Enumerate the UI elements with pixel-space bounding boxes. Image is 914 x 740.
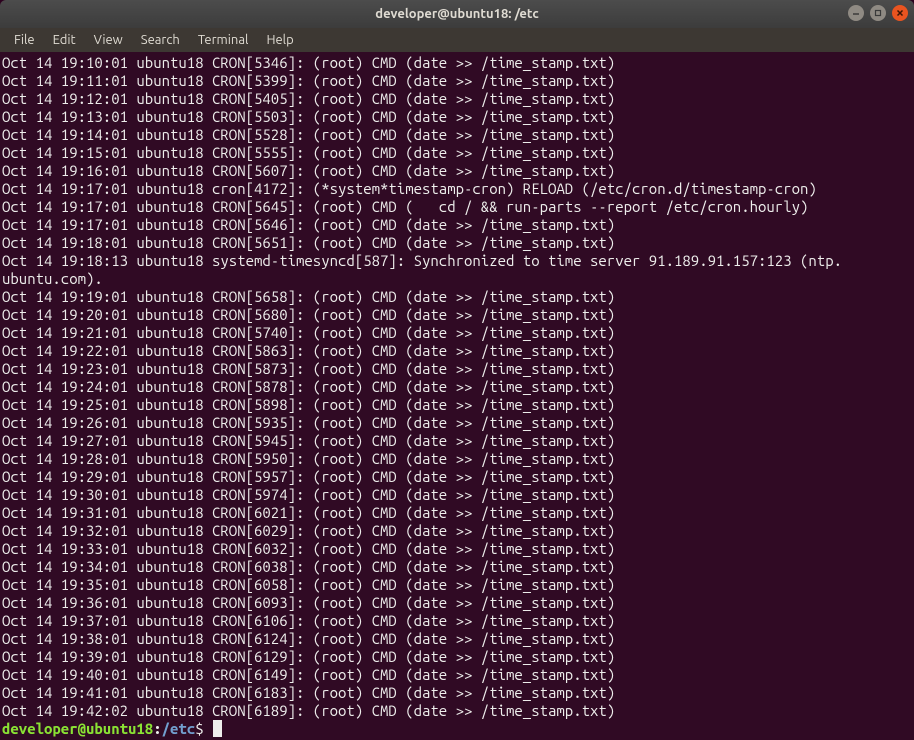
log-line: Oct 14 19:40:01 ubuntu18 CRON[6149]: (ro… (2, 666, 914, 684)
log-line: Oct 14 19:18:01 ubuntu18 CRON[5651]: (ro… (2, 234, 914, 252)
maximize-icon (874, 9, 882, 17)
log-line: Oct 14 19:36:01 ubuntu18 CRON[6093]: (ro… (2, 594, 914, 612)
menu-edit[interactable]: Edit (45, 31, 84, 49)
log-line: Oct 14 19:15:01 ubuntu18 CRON[5555]: (ro… (2, 144, 914, 162)
log-line: Oct 14 19:23:01 ubuntu18 CRON[5873]: (ro… (2, 360, 914, 378)
log-line: Oct 14 19:41:01 ubuntu18 CRON[6183]: (ro… (2, 684, 914, 702)
log-line: Oct 14 19:17:01 ubuntu18 CRON[5645]: (ro… (2, 198, 914, 216)
log-line: Oct 14 19:33:01 ubuntu18 CRON[6032]: (ro… (2, 540, 914, 558)
log-line: Oct 14 19:24:01 ubuntu18 CRON[5878]: (ro… (2, 378, 914, 396)
log-line: Oct 14 19:35:01 ubuntu18 CRON[6058]: (ro… (2, 576, 914, 594)
window-controls (848, 5, 908, 21)
log-line: Oct 14 19:10:01 ubuntu18 CRON[5346]: (ro… (2, 54, 914, 72)
menubar: File Edit View Search Terminal Help (0, 28, 914, 52)
log-line: Oct 14 19:16:01 ubuntu18 CRON[5607]: (ro… (2, 162, 914, 180)
log-line: Oct 14 19:12:01 ubuntu18 CRON[5405]: (ro… (2, 90, 914, 108)
log-line: Oct 14 19:30:01 ubuntu18 CRON[5974]: (ro… (2, 486, 914, 504)
log-line: Oct 14 19:19:01 ubuntu18 CRON[5658]: (ro… (2, 288, 914, 306)
close-icon (896, 9, 904, 17)
log-line: Oct 14 19:32:01 ubuntu18 CRON[6029]: (ro… (2, 522, 914, 540)
log-line: Oct 14 19:29:01 ubuntu18 CRON[5957]: (ro… (2, 468, 914, 486)
log-line: Oct 14 19:22:01 ubuntu18 CRON[5863]: (ro… (2, 342, 914, 360)
prompt-line[interactable]: developer@ubuntu18:/etc$ (2, 720, 914, 738)
log-line: Oct 14 19:14:01 ubuntu18 CRON[5528]: (ro… (2, 126, 914, 144)
window-title: developer@ubuntu18: /etc (375, 7, 538, 21)
prompt-colon: : (153, 720, 161, 737)
log-line: Oct 14 19:37:01 ubuntu18 CRON[6106]: (ro… (2, 612, 914, 630)
minimize-button[interactable] (848, 5, 864, 21)
log-line: Oct 14 19:13:01 ubuntu18 CRON[5503]: (ro… (2, 108, 914, 126)
menu-file[interactable]: File (6, 31, 43, 49)
log-line: ubuntu.com). (2, 270, 914, 288)
log-line: Oct 14 19:34:01 ubuntu18 CRON[6038]: (ro… (2, 558, 914, 576)
titlebar: developer@ubuntu18: /etc (0, 0, 914, 28)
log-line: Oct 14 19:31:01 ubuntu18 CRON[6021]: (ro… (2, 504, 914, 522)
log-line: Oct 14 19:21:01 ubuntu18 CRON[5740]: (ro… (2, 324, 914, 342)
log-line: Oct 14 19:11:01 ubuntu18 CRON[5399]: (ro… (2, 72, 914, 90)
log-line: Oct 14 19:18:13 ubuntu18 systemd-timesyn… (2, 252, 914, 270)
prompt-symbol: $ (195, 720, 212, 737)
menu-view[interactable]: View (86, 31, 131, 49)
log-line: Oct 14 19:17:01 ubuntu18 cron[4172]: (*s… (2, 180, 914, 198)
menu-terminal[interactable]: Terminal (190, 31, 257, 49)
terminal-output[interactable]: Oct 14 19:10:01 ubuntu18 CRON[5346]: (ro… (0, 52, 914, 740)
minimize-icon (852, 9, 860, 17)
prompt-user-host: developer@ubuntu18 (2, 720, 153, 737)
log-line: Oct 14 19:39:01 ubuntu18 CRON[6129]: (ro… (2, 648, 914, 666)
log-line: Oct 14 19:42:02 ubuntu18 CRON[6189]: (ro… (2, 702, 914, 720)
cursor-icon (213, 720, 222, 737)
menu-search[interactable]: Search (133, 31, 188, 49)
terminal-window: developer@ubuntu18: /etc File Edit View … (0, 0, 914, 740)
log-line: Oct 14 19:17:01 ubuntu18 CRON[5646]: (ro… (2, 216, 914, 234)
log-line: Oct 14 19:27:01 ubuntu18 CRON[5945]: (ro… (2, 432, 914, 450)
close-button[interactable] (892, 5, 908, 21)
maximize-button[interactable] (870, 5, 886, 21)
log-line: Oct 14 19:38:01 ubuntu18 CRON[6124]: (ro… (2, 630, 914, 648)
log-line: Oct 14 19:28:01 ubuntu18 CRON[5950]: (ro… (2, 450, 914, 468)
log-line: Oct 14 19:25:01 ubuntu18 CRON[5898]: (ro… (2, 396, 914, 414)
log-line: Oct 14 19:26:01 ubuntu18 CRON[5935]: (ro… (2, 414, 914, 432)
menu-help[interactable]: Help (258, 31, 301, 49)
log-line: Oct 14 19:20:01 ubuntu18 CRON[5680]: (ro… (2, 306, 914, 324)
prompt-path: /etc (162, 720, 196, 737)
